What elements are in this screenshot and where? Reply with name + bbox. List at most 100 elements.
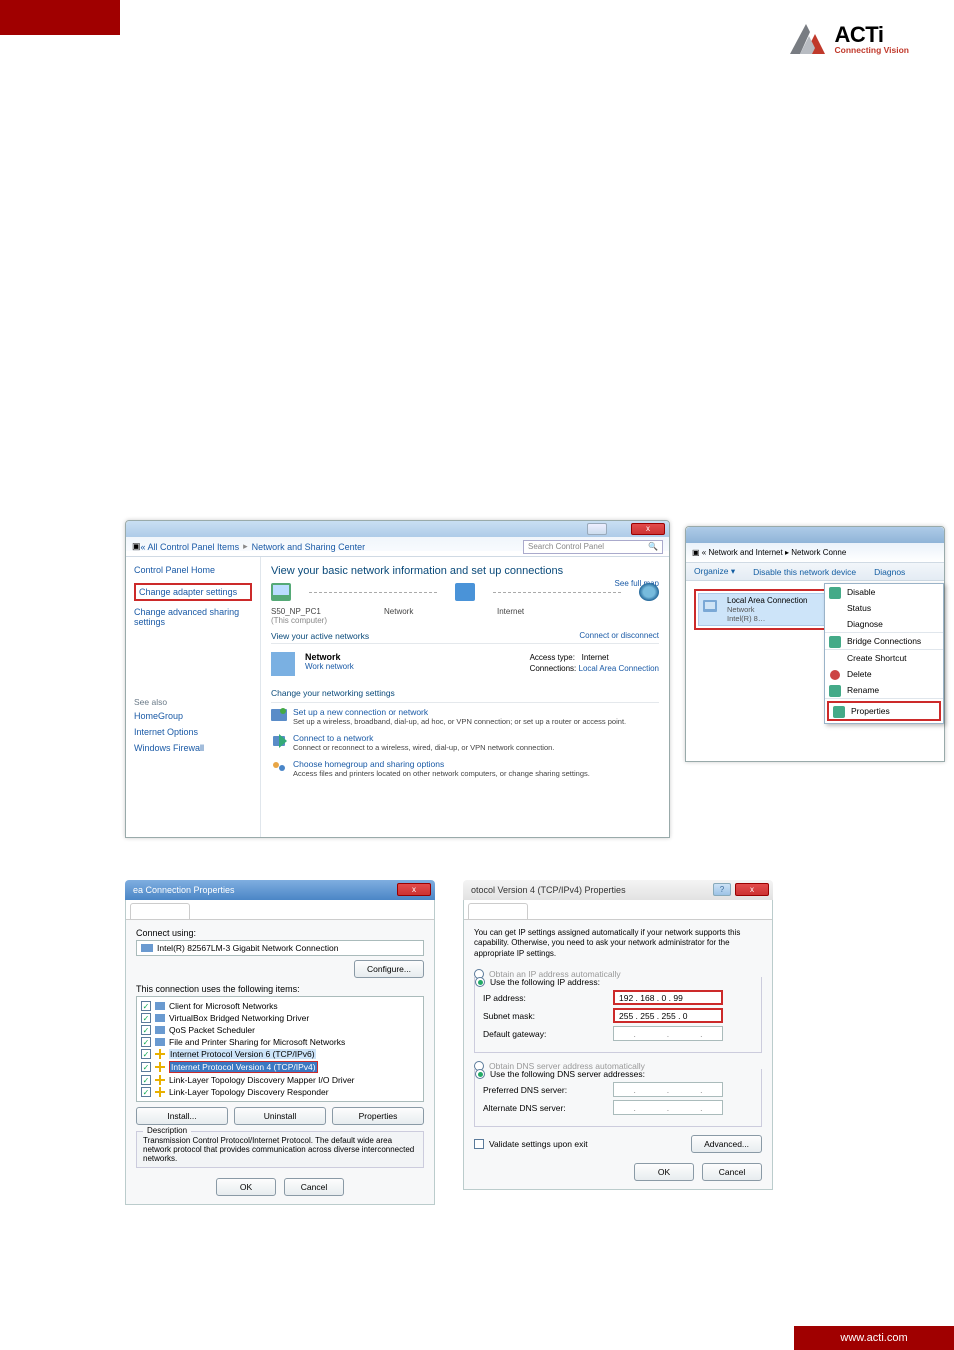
- validate-label: Validate settings upon exit: [489, 1139, 588, 1149]
- internet-options-link[interactable]: Internet Options: [134, 727, 252, 737]
- homegroup-link[interactable]: Choose homegroup and sharing options: [293, 759, 590, 769]
- cancel-button[interactable]: Cancel: [702, 1163, 762, 1181]
- pc-icon: [271, 583, 291, 601]
- network-connections-window: ▣ « Network and Internet ▸ Network Conne…: [685, 526, 945, 762]
- ctx-delete[interactable]: Delete: [825, 666, 943, 682]
- connect-network-icon: [271, 733, 287, 749]
- checkbox-icon[interactable]: ✓: [141, 1037, 151, 1047]
- list-item: ✓Internet Protocol Version 6 (TCP/IPv6): [141, 1048, 419, 1060]
- properties-button[interactable]: Properties: [332, 1107, 424, 1125]
- network-thumb-icon: [271, 652, 295, 676]
- subnet-mask-input[interactable]: 255 . 255 . 255 . 0: [613, 1008, 723, 1023]
- change-advanced-link[interactable]: Change advanced sharing settings: [134, 607, 252, 627]
- tab-general[interactable]: [468, 903, 528, 919]
- ctx-diagnose[interactable]: Diagnose: [825, 616, 943, 633]
- tab-networking[interactable]: [130, 903, 190, 919]
- checkbox-icon[interactable]: ✓: [141, 1013, 151, 1023]
- ip-address-input[interactable]: 192 . 168 . 0 . 99: [613, 990, 723, 1005]
- preferred-dns-input[interactable]: ...: [613, 1082, 723, 1097]
- file-printer-icon: [155, 1037, 165, 1047]
- breadcrumb-1[interactable]: « All Control Panel Items: [141, 542, 240, 552]
- new-connection-link[interactable]: Set up a new connection or network: [293, 707, 626, 717]
- list-item: ✓File and Printer Sharing for Microsoft …: [141, 1036, 419, 1048]
- internet-icon: [639, 583, 659, 601]
- alternate-dns-input[interactable]: ...: [613, 1100, 723, 1115]
- intro-text: You can get IP settings assigned automat…: [474, 928, 762, 959]
- breadcrumb-icon: ▣: [132, 541, 141, 552]
- connect-network-link[interactable]: Connect to a network: [293, 733, 554, 743]
- ok-button[interactable]: OK: [634, 1163, 694, 1181]
- network-type-link[interactable]: Work network: [305, 662, 354, 671]
- radio-use-ip[interactable]: [475, 977, 485, 987]
- client-icon: [155, 1001, 165, 1011]
- main-header: View your basic network information and …: [271, 565, 659, 577]
- items-label: This connection uses the following items…: [136, 984, 424, 994]
- dialog-close-button[interactable]: x: [397, 883, 431, 896]
- dialog-titlebar: otocol Version 4 (TCP/IPv4) Properties ?…: [463, 880, 773, 900]
- change-networking-label: Change your networking settings: [271, 688, 659, 698]
- checkbox-icon[interactable]: ✓: [141, 1025, 151, 1035]
- window-titlebar: x: [126, 521, 669, 537]
- ctx-disable[interactable]: Disable: [825, 584, 943, 600]
- lltd-mapper-icon: [155, 1075, 165, 1085]
- ctx-status[interactable]: Status: [825, 600, 943, 616]
- dialog-close-button[interactable]: x: [735, 883, 769, 896]
- checkbox-icon[interactable]: ✓: [141, 1075, 151, 1085]
- connections-link[interactable]: Local Area Connection: [579, 664, 660, 673]
- adapter-field: Intel(R) 82567LM-3 Gigabit Network Conne…: [136, 940, 424, 956]
- windows-firewall-link[interactable]: Windows Firewall: [134, 743, 252, 753]
- gateway-input[interactable]: ...: [613, 1026, 723, 1041]
- ipv4-icon: [155, 1062, 165, 1072]
- configure-button[interactable]: Configure...: [354, 960, 424, 978]
- alternate-dns-label: Alternate DNS server:: [483, 1103, 613, 1113]
- list-item: ✓QoS Packet Scheduler: [141, 1024, 419, 1036]
- footer-link[interactable]: www.acti.com: [794, 1326, 954, 1350]
- breadcrumb-2[interactable]: Network and Sharing Center: [252, 542, 366, 552]
- cancel-button[interactable]: Cancel: [284, 1178, 344, 1196]
- install-button[interactable]: Install...: [136, 1107, 228, 1125]
- connection-status: Network: [727, 605, 808, 614]
- list-item: ✓Link-Layer Topology Discovery Responder: [141, 1086, 419, 1098]
- network-sharing-window: x ▣ « All Control Panel Items ▸ Network …: [125, 520, 670, 838]
- organize-button[interactable]: Organize ▾: [694, 566, 735, 577]
- ok-button[interactable]: OK: [216, 1178, 276, 1196]
- control-panel-home-link[interactable]: Control Panel Home: [134, 565, 252, 575]
- items-list[interactable]: ✓Client for Microsoft Networks ✓VirtualB…: [136, 996, 424, 1102]
- window-max-button[interactable]: [587, 523, 607, 535]
- subnet-mask-label: Subnet mask:: [483, 1011, 613, 1021]
- ctx-shortcut[interactable]: Create Shortcut: [825, 650, 943, 666]
- checkbox-icon[interactable]: ✓: [141, 1049, 151, 1059]
- connection-properties-dialog: ea Connection Properties x Connect using…: [125, 880, 435, 1205]
- change-adapter-link[interactable]: Change adapter settings: [134, 583, 252, 601]
- search-input[interactable]: Search Control Panel🔍: [523, 540, 663, 554]
- checkbox-icon[interactable]: ✓: [141, 1062, 151, 1072]
- view-active-networks-label: View your active networks: [271, 631, 369, 641]
- preferred-dns-label: Preferred DNS server:: [483, 1085, 613, 1095]
- window-close-button[interactable]: x: [631, 523, 665, 535]
- gateway-label: Default gateway:: [483, 1029, 613, 1039]
- checkbox-icon[interactable]: ✓: [141, 1001, 151, 1011]
- validate-checkbox[interactable]: [474, 1139, 484, 1149]
- connect-disconnect-link[interactable]: Connect or disconnect: [579, 631, 659, 640]
- connection-adapter: Intel(R) 8…: [727, 614, 808, 623]
- nc-breadcrumb[interactable]: « Network and Internet ▸ Network Conne: [702, 548, 847, 557]
- ctx-bridge[interactable]: Bridge Connections: [825, 633, 943, 650]
- new-connection-icon: [271, 707, 287, 723]
- connection-item[interactable]: Local Area Connection Network Intel(R) 8…: [698, 593, 828, 626]
- dialog-help-button[interactable]: ?: [713, 883, 731, 896]
- radio-use-dns[interactable]: [475, 1069, 485, 1079]
- lltd-responder-icon: [155, 1087, 165, 1097]
- use-dns-label: Use the following DNS server addresses:: [490, 1069, 645, 1079]
- dialog-title: ea Connection Properties: [133, 885, 235, 895]
- uninstall-button[interactable]: Uninstall: [234, 1107, 326, 1125]
- advanced-button[interactable]: Advanced...: [691, 1135, 762, 1153]
- network-name: Network: [305, 652, 354, 662]
- ctx-properties[interactable]: Properties: [829, 703, 939, 719]
- ctx-rename[interactable]: Rename: [825, 682, 943, 699]
- dialog-title: otocol Version 4 (TCP/IPv4) Properties: [471, 885, 626, 895]
- diagnose-button[interactable]: Diagnos: [874, 567, 905, 577]
- disable-device-button[interactable]: Disable this network device: [753, 567, 856, 577]
- checkbox-icon[interactable]: ✓: [141, 1087, 151, 1097]
- homegroup-link[interactable]: HomeGroup: [134, 711, 252, 721]
- list-item: ✓Internet Protocol Version 4 (TCP/IPv4): [141, 1060, 419, 1074]
